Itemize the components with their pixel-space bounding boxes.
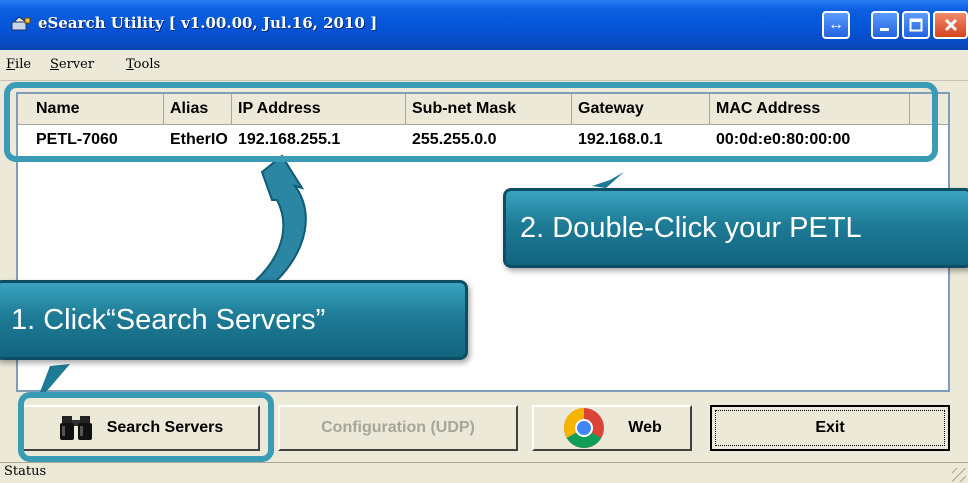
- callout-step1: 1. Click“Search Servers”: [0, 280, 468, 360]
- highlight-server-row: [4, 82, 938, 162]
- callout-pointer-step2: [592, 172, 624, 188]
- highlight-search-button: [18, 392, 274, 462]
- callout-step2: 2. Double-Click your PETL: [503, 188, 968, 268]
- curved-arrow-icon: [240, 154, 307, 302]
- callout-pointer-step1: [40, 364, 70, 392]
- app-window: eSearch Utility [ v1.00.00, Jul.16, 2010…: [0, 0, 968, 483]
